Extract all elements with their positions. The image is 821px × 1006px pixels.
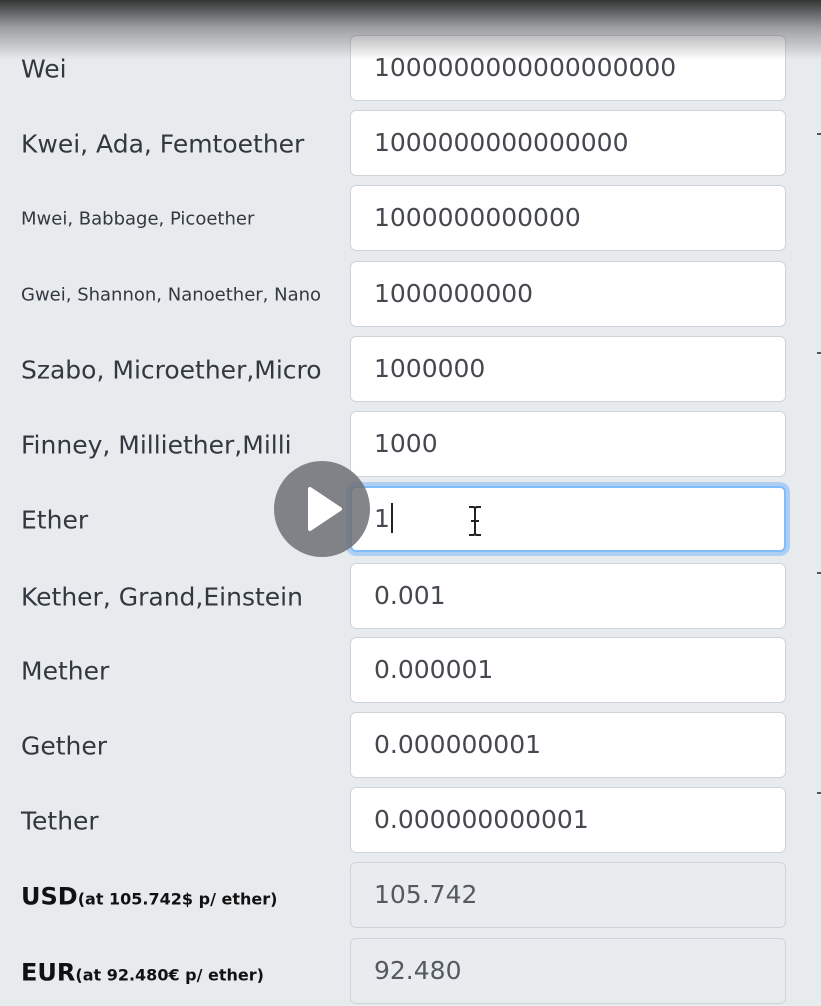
play-button[interactable] bbox=[274, 461, 370, 557]
gwei-input[interactable]: 1000000000 bbox=[350, 261, 786, 327]
unit-label: Kether, Grand,Einstein bbox=[21, 582, 303, 612]
unit-row-mether: Mether 0.000001 bbox=[0, 637, 821, 705]
eur-output: 92.480 bbox=[350, 938, 786, 1004]
unit-label: Gether bbox=[21, 731, 108, 761]
text-cursor-icon bbox=[464, 505, 486, 537]
ether-input-value: 1 bbox=[374, 504, 390, 533]
tether-input[interactable]: 0.000000000001 bbox=[350, 787, 786, 853]
edge-mark bbox=[817, 792, 821, 794]
finney-input[interactable]: 1000 bbox=[350, 411, 786, 477]
fiat-row-usd: USD(at 105.742$ p/ ether) 105.742 bbox=[0, 862, 821, 930]
currency-code: EUR bbox=[21, 958, 76, 987]
play-icon bbox=[308, 487, 342, 531]
gether-input[interactable]: 0.000000001 bbox=[350, 712, 786, 778]
szabo-input[interactable]: 1000000 bbox=[350, 336, 786, 402]
unit-label: Tether bbox=[21, 806, 99, 836]
unit-label: Mwei, Babbage, Picoether bbox=[21, 208, 255, 230]
unit-row-finney: Finney, Milliether,Milli 1000 bbox=[0, 411, 821, 479]
ether-input[interactable]: 1 bbox=[350, 486, 786, 552]
edge-mark bbox=[817, 133, 821, 135]
text-caret bbox=[390, 503, 393, 533]
unit-row-szabo: Szabo, Microether,Micro 1000000 bbox=[0, 336, 821, 404]
rate-note: (at 105.742$ p/ ether) bbox=[77, 889, 278, 909]
unit-row-kwei: Kwei, Ada, Femtoether 1000000000000000 bbox=[0, 110, 821, 178]
usd-output: 105.742 bbox=[350, 862, 786, 928]
mwei-input[interactable]: 1000000000000 bbox=[350, 185, 786, 251]
unit-row-ether: Ether 1 bbox=[0, 486, 821, 554]
currency-code: USD bbox=[21, 882, 78, 911]
unit-label: Finney, Milliether,Milli bbox=[21, 430, 292, 460]
unit-label: Gwei, Shannon, Nanoether, Nano bbox=[21, 284, 322, 306]
unit-row-kether: Kether, Grand,Einstein 0.001 bbox=[0, 563, 821, 631]
kwei-input[interactable]: 1000000000000000 bbox=[350, 110, 786, 176]
unit-label: Kwei, Ada, Femtoether bbox=[21, 129, 305, 159]
fiat-row-eur: EUR(at 92.480€ p/ ether) 92.480 bbox=[0, 938, 821, 1006]
unit-label: Wei bbox=[21, 54, 67, 84]
unit-label: Szabo, Microether,Micro bbox=[21, 355, 322, 385]
fiat-label: EUR(at 92.480€ p/ ether) bbox=[21, 958, 264, 987]
unit-row-gwei: Gwei, Shannon, Nanoether, Nano 100000000… bbox=[0, 261, 821, 329]
unit-label: Ether bbox=[21, 505, 89, 535]
rate-note: (at 92.480€ p/ ether) bbox=[75, 965, 264, 985]
wei-input[interactable]: 1000000000000000000 bbox=[350, 35, 786, 101]
unit-row-tether: Tether 0.000000000001 bbox=[0, 787, 821, 855]
unit-row-wei: Wei 1000000000000000000 bbox=[0, 35, 821, 103]
fiat-label: USD(at 105.742$ p/ ether) bbox=[21, 882, 277, 911]
mether-input[interactable]: 0.000001 bbox=[350, 637, 786, 703]
kether-input[interactable]: 0.001 bbox=[350, 563, 786, 629]
unit-row-mwei: Mwei, Babbage, Picoether 1000000000000 bbox=[0, 185, 821, 253]
edge-mark bbox=[817, 572, 821, 574]
unit-row-gether: Gether 0.000000001 bbox=[0, 712, 821, 780]
unit-label: Mether bbox=[21, 656, 110, 686]
edge-mark bbox=[817, 352, 821, 354]
